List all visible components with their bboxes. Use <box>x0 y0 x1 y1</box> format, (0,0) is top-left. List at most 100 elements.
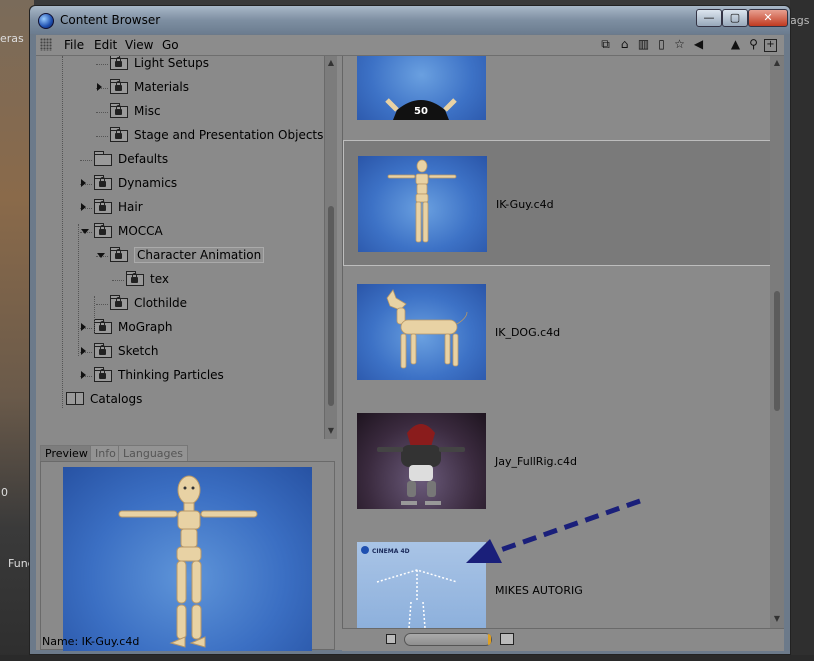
scroll-up-arrow-icon[interactable]: ▲ <box>772 58 782 67</box>
tree-guide-line <box>96 136 108 137</box>
catalog-book-icon <box>66 392 84 405</box>
tree-guide-line <box>96 112 108 113</box>
locked-folder-icon <box>110 247 128 262</box>
collapsed-arrow-icon[interactable] <box>81 371 86 379</box>
tree-item-label: Defaults <box>118 152 169 166</box>
tree-item[interactable]: Defaults <box>36 148 324 172</box>
tree-item[interactable]: Character Animation <box>36 244 324 268</box>
grip-icon[interactable] <box>40 38 52 51</box>
book-icon[interactable]: ▯ <box>654 37 669 52</box>
collapsed-arrow-icon[interactable] <box>81 203 86 211</box>
collapsed-arrow-icon[interactable] <box>81 179 86 187</box>
preview-image <box>63 467 312 651</box>
item-thumbnail[interactable]: 50 <box>357 56 486 120</box>
large-thumbnail-icon[interactable] <box>500 633 514 645</box>
cinema4d-logo-text: CINEMA 4D <box>372 548 410 555</box>
content-item-ik-dog[interactable]: IK_DOG.c4d <box>343 269 771 395</box>
menu-view[interactable]: View <box>125 38 153 52</box>
tree-scroll-thumb[interactable] <box>328 206 334 406</box>
name-value: IK-Guy.c4d <box>81 635 140 648</box>
tree-item-label: Stage and Presentation Objects <box>134 128 324 142</box>
thumbnail-size-slider[interactable] <box>404 633 492 646</box>
scroll-up-arrow-icon[interactable]: ▲ <box>326 58 336 67</box>
tree-guide-line <box>96 304 108 305</box>
folder-tree: Light Setups Materials Misc Stage and Prese… <box>36 56 324 439</box>
content-item-ik-guy[interactable]: IK-Guy.c4d <box>343 140 771 266</box>
back-icon[interactable]: ◀ <box>691 37 706 52</box>
tree-item-label: Sketch <box>118 344 159 358</box>
background-label: eras <box>0 32 24 45</box>
collapsed-arrow-icon[interactable] <box>81 323 86 331</box>
forward-icon <box>710 37 725 52</box>
tree-item[interactable]: Sketch <box>36 340 324 364</box>
tree-item[interactable]: Materials <box>36 76 324 100</box>
background-bottom <box>0 655 814 661</box>
character-thumbnail-figure: 50 <box>385 98 457 120</box>
close-button[interactable]: ✕ <box>748 9 788 27</box>
cinema4d-app-icon <box>38 13 54 29</box>
tree-item[interactable]: Misc <box>36 100 324 124</box>
tree-item[interactable]: Light Setups <box>36 56 324 76</box>
background-timeline-value: 0 <box>1 486 8 499</box>
menu-edit[interactable]: Edit <box>94 38 117 52</box>
small-thumbnail-icon[interactable] <box>386 634 396 644</box>
slider-fill <box>488 634 491 645</box>
maximize-button[interactable]: ▢ <box>722 9 748 27</box>
tree-item[interactable]: Hair <box>36 196 324 220</box>
content-scroll-thumb[interactable] <box>774 291 780 411</box>
tree-item-label: Character Animation <box>134 247 265 263</box>
locked-folder-icon <box>94 223 112 238</box>
preview-panel <box>40 461 335 651</box>
folder-icon <box>94 151 112 166</box>
tree-item[interactable]: MOCCA <box>36 220 324 244</box>
item-name: IK-Guy.c4d <box>496 198 554 211</box>
window-client-area: File Edit View Go ⧉ ⌂ ▥ ▯ ☆ ◀ ▲ ⚲ + Ligh… <box>36 35 784 651</box>
library-icon[interactable]: ▥ <box>636 37 651 52</box>
menu-file[interactable]: File <box>64 38 84 52</box>
expanded-arrow-icon[interactable] <box>81 229 89 234</box>
locked-folder-icon <box>110 79 128 94</box>
item-thumbnail[interactable] <box>357 284 486 380</box>
search-icon[interactable]: ⚲ <box>746 37 761 52</box>
tree-item[interactable]: Clothilde <box>36 292 324 316</box>
tree-guide-line <box>96 64 108 65</box>
locked-folder-icon <box>110 56 128 70</box>
tab-info[interactable]: Info <box>90 445 121 461</box>
title-bar[interactable]: Content Browser — ▢ ✕ <box>30 6 790 34</box>
tree-item-label: Hair <box>118 200 143 214</box>
tree-item-label: MoGraph <box>118 320 173 334</box>
menu-bar: File Edit View Go ⧉ ⌂ ▥ ▯ ☆ ◀ ▲ ⚲ + <box>36 35 784 56</box>
tree-item[interactable]: Catalogs <box>36 388 324 412</box>
tree-guide-line <box>62 56 63 408</box>
locked-folder-icon <box>94 175 112 190</box>
scroll-down-arrow-icon[interactable]: ▼ <box>772 614 782 623</box>
new-window-icon[interactable]: + <box>764 39 777 52</box>
tree-item[interactable]: Thinking Particles <box>36 364 324 388</box>
tab-languages[interactable]: Languages <box>118 445 189 461</box>
home-icon[interactable]: ⌂ <box>617 37 632 52</box>
name-label: Name: <box>42 635 79 648</box>
collapsed-arrow-icon[interactable] <box>81 347 86 355</box>
tree-item-label: Dynamics <box>118 176 178 190</box>
content-scrollbar[interactable]: ▲ ▼ <box>770 56 784 628</box>
tree-item-label: tex <box>150 272 169 286</box>
tree-item[interactable]: Dynamics <box>36 172 324 196</box>
tree-item[interactable]: MoGraph <box>36 316 324 340</box>
locked-folder-icon <box>110 295 128 310</box>
tree-item[interactable]: Stage and Presentation Objects <box>36 124 324 148</box>
tree-scrollbar[interactable]: ▲ ▼ <box>324 56 337 439</box>
tab-preview[interactable]: Preview <box>40 445 93 461</box>
menu-go[interactable]: Go <box>162 38 179 52</box>
minimize-button[interactable]: — <box>696 9 722 27</box>
collapsed-arrow-icon[interactable] <box>97 83 102 91</box>
up-icon[interactable]: ▲ <box>728 37 743 52</box>
item-name: IK_DOG.c4d <box>495 326 561 339</box>
star-icon[interactable]: ☆ <box>672 37 687 52</box>
tree-item[interactable]: tex <box>36 268 324 292</box>
scroll-down-arrow-icon[interactable]: ▼ <box>326 426 336 435</box>
expanded-arrow-icon[interactable] <box>97 253 105 258</box>
item-thumbnail[interactable] <box>358 156 487 252</box>
item-name: MIKES AUTORIG <box>495 584 583 597</box>
stack-icon[interactable]: ⧉ <box>598 37 613 52</box>
locked-folder-icon <box>110 127 128 142</box>
